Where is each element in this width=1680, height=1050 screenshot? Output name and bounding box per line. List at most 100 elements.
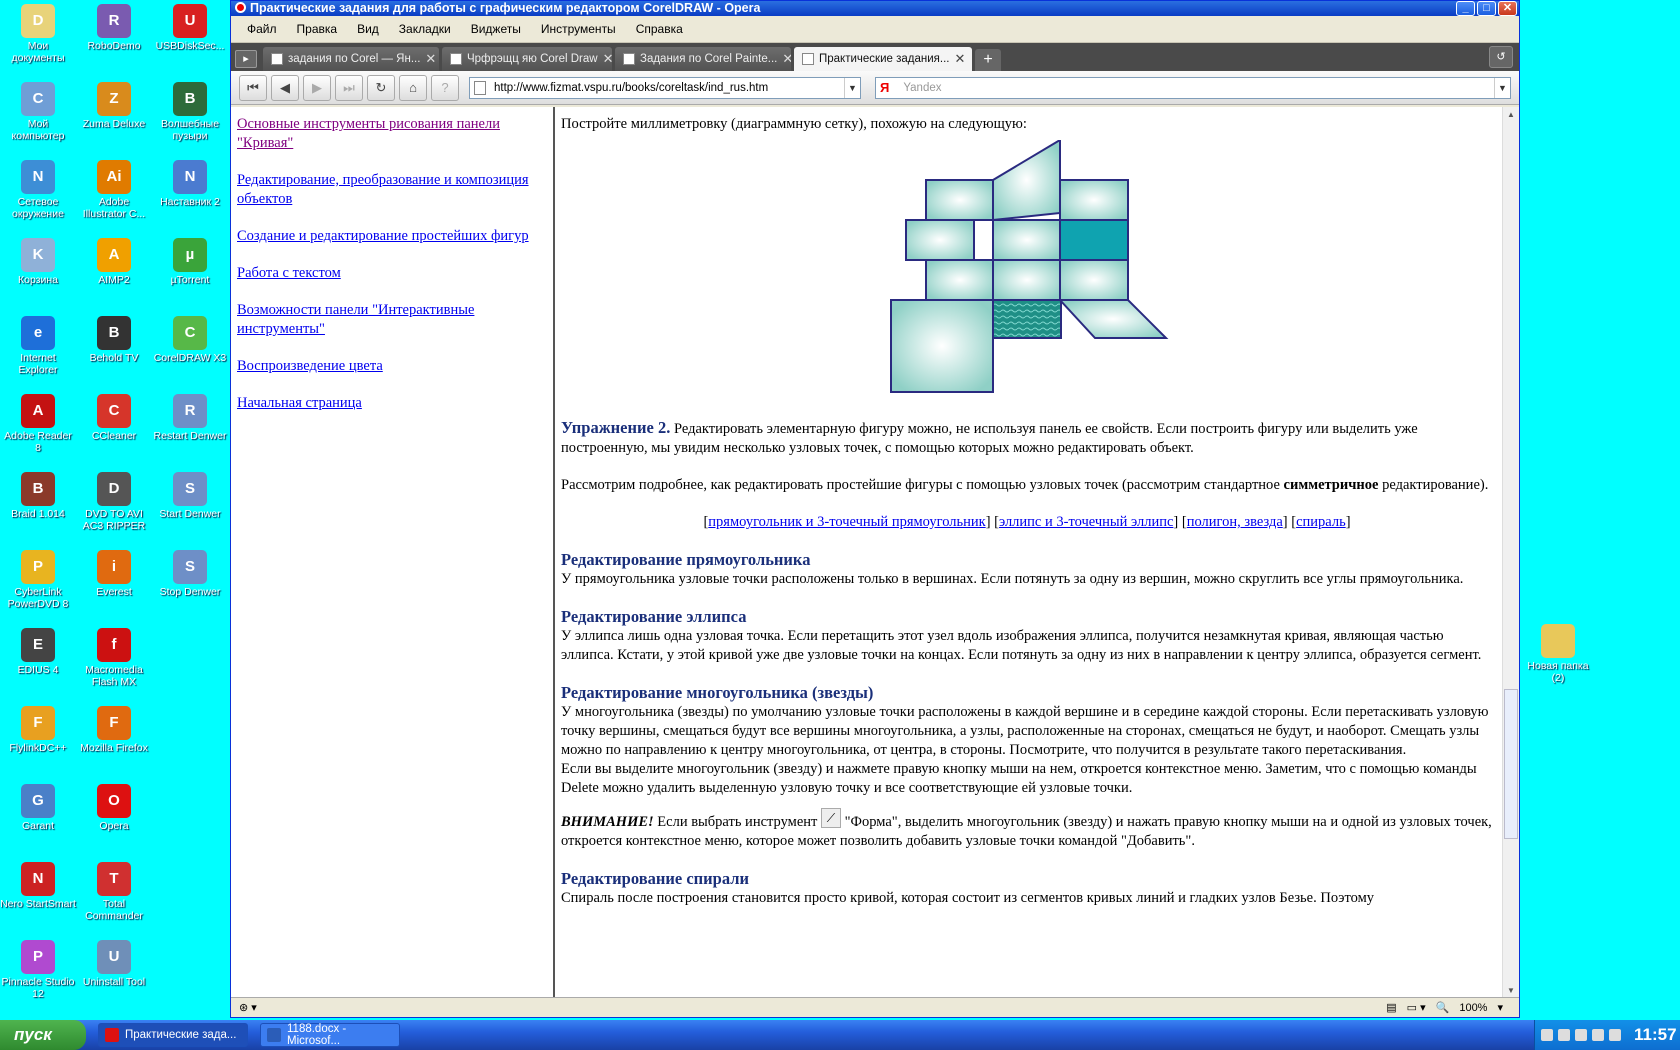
- vertical-scrollbar[interactable]: ▲ ▼: [1502, 107, 1519, 999]
- browser-tab[interactable]: Чрфрэщц яю Corel Draw ✕: [442, 47, 612, 71]
- tray-language-icon[interactable]: [1592, 1029, 1604, 1041]
- tray-volume-icon[interactable]: [1609, 1029, 1621, 1041]
- back-icon[interactable]: ◀: [271, 74, 299, 101]
- info-icon[interactable]: ?: [431, 74, 459, 101]
- nav-link[interactable]: Начальная страница: [237, 394, 547, 413]
- tray-expand-icon[interactable]: [1541, 1029, 1553, 1041]
- view-icon[interactable]: ▤: [1386, 1001, 1396, 1014]
- reload-icon[interactable]: ↻: [367, 74, 395, 101]
- desktop-icon[interactable]: G Garant: [0, 784, 76, 832]
- nav-link[interactable]: Воспроизведение цвета: [237, 357, 547, 376]
- nav-link[interactable]: Возможности панели "Интерактивные инстру…: [237, 301, 547, 339]
- desktop-icon[interactable]: N Наставник 2: [152, 160, 228, 208]
- closed-tabs-icon[interactable]: ↺: [1489, 46, 1513, 68]
- tray-antivirus-icon[interactable]: [1575, 1029, 1587, 1041]
- browser-tab[interactable]: Задания по Corel Painte... ✕: [615, 47, 791, 71]
- desktop-icon[interactable]: S Stop Denwer: [152, 550, 228, 598]
- desktop-icon[interactable]: C CorelDRAW X3: [152, 316, 228, 364]
- nav-link[interactable]: Работа с текстом: [237, 264, 547, 283]
- desktop-icon-new-folder[interactable]: Новая папка (2): [1520, 624, 1596, 684]
- desktop-icon[interactable]: f Macromedia Flash MX: [76, 628, 152, 688]
- desktop-icon[interactable]: K Корзина: [0, 238, 76, 286]
- desktop-icon[interactable]: U USBDiskSec...: [152, 4, 228, 52]
- desktop-icon[interactable]: D DVD TO AVI AC3 RIPPER: [76, 472, 152, 532]
- close-window-button[interactable]: ✕: [1498, 1, 1517, 16]
- menu-item[interactable]: Виджеты: [461, 22, 531, 36]
- zoom-level[interactable]: 100%: [1459, 1002, 1487, 1014]
- link-polygon[interactable]: полигон, звезда: [1187, 514, 1283, 530]
- desktop-icon-label: Braid 1.014: [11, 508, 65, 520]
- layout-icon[interactable]: ▭ ▾: [1407, 1001, 1426, 1014]
- menu-item[interactable]: Закладки: [389, 22, 461, 36]
- desktop-icon[interactable]: µ µTorrent: [152, 238, 228, 286]
- menu-item[interactable]: Вид: [347, 22, 389, 36]
- desktop-icon[interactable]: T Total Commander: [76, 862, 152, 922]
- menu-item[interactable]: Инструменты: [531, 22, 626, 36]
- zoom-dropdown-icon[interactable]: ▾: [1497, 1001, 1503, 1014]
- chevron-down-icon[interactable]: ▼: [1494, 77, 1510, 98]
- panel-toggle-button[interactable]: ▸: [235, 50, 257, 68]
- desktop-icon[interactable]: B Braid 1.014: [0, 472, 76, 520]
- nav-link[interactable]: Редактирование, преобразование и компози…: [237, 171, 547, 209]
- desktop-icon[interactable]: R Restart Denwer: [152, 394, 228, 442]
- task-icon: [267, 1028, 281, 1042]
- desktop-icon[interactable]: A Adobe Reader 8: [0, 394, 76, 454]
- forward-icon[interactable]: ▶: [303, 74, 331, 101]
- garant-icon: G: [21, 784, 55, 818]
- menu-item[interactable]: Файл: [237, 22, 287, 36]
- nav-link[interactable]: Основные инструменты рисования панели "К…: [237, 115, 547, 153]
- link-ellipse[interactable]: эллипс и 3-точечный эллипс: [999, 514, 1173, 530]
- desktop-icon[interactable]: C Мой компьютер: [0, 82, 76, 142]
- home-icon[interactable]: ⌂: [399, 74, 427, 101]
- fast-forward-icon[interactable]: ⏭: [335, 74, 363, 101]
- chevron-down-icon[interactable]: ▼: [844, 77, 860, 98]
- tray-network-icon[interactable]: [1558, 1029, 1570, 1041]
- search-input[interactable]: Я Yandex ▼: [875, 76, 1511, 99]
- link-rectangle[interactable]: прямоугольник и 3-точечный прямоугольник: [708, 514, 985, 530]
- clock[interactable]: 11:57: [1634, 1025, 1677, 1045]
- desktop-icon[interactable]: N Nero StartSmart: [0, 862, 76, 910]
- minimize-button[interactable]: _: [1456, 1, 1475, 16]
- desktop-icon[interactable]: U Uninstall Tool: [76, 940, 152, 988]
- title-bar[interactable]: Практические задания для работы с графич…: [231, 1, 1519, 16]
- address-field[interactable]: http://www.fizmat.vspu.ru/books/coreltas…: [469, 76, 861, 99]
- desktop-icon[interactable]: F Mozilla Firefox: [76, 706, 152, 754]
- desktop-icon[interactable]: Z Zuma Deluxe: [76, 82, 152, 130]
- desktop-icon[interactable]: P Pinnacle Studio 12: [0, 940, 76, 1000]
- maximize-button[interactable]: □: [1477, 1, 1496, 16]
- scrollbar-thumb[interactable]: [1504, 689, 1518, 839]
- desktop-icon[interactable]: F FlylinkDC++: [0, 706, 76, 754]
- nav-link[interactable]: Создание и редактирование простейших фиг…: [237, 227, 547, 246]
- speed-dial-icon[interactable]: ⊛ ▾: [239, 1001, 257, 1014]
- desktop-icon[interactable]: B Behold TV: [76, 316, 152, 364]
- menu-item[interactable]: Правка: [287, 22, 348, 36]
- taskbar-button[interactable]: 1188.docx - Microsof...: [260, 1023, 400, 1047]
- desktop-icon[interactable]: e Internet Explorer: [0, 316, 76, 376]
- taskbar-button[interactable]: Практические зада...: [98, 1023, 248, 1047]
- close-tab-icon[interactable]: ✕: [782, 47, 791, 71]
- desktop-icon[interactable]: S Start Denwer: [152, 472, 228, 520]
- desktop-icon[interactable]: B Волшебные пузыри: [152, 82, 228, 142]
- close-tab-icon[interactable]: ✕: [954, 47, 965, 71]
- desktop-icon[interactable]: C CCleaner: [76, 394, 152, 442]
- desktop-icon[interactable]: R RoboDemo: [76, 4, 152, 52]
- new-tab-button[interactable]: +: [975, 49, 1001, 71]
- zoom-icon[interactable]: 🔍: [1436, 1001, 1450, 1014]
- menu-item[interactable]: Справка: [626, 22, 693, 36]
- close-tab-icon[interactable]: ✕: [603, 47, 612, 71]
- scroll-up-icon[interactable]: ▲: [1503, 107, 1519, 123]
- start-button[interactable]: пуск: [0, 1020, 86, 1050]
- close-tab-icon[interactable]: ✕: [425, 47, 436, 71]
- desktop-icon[interactable]: E EDIUS 4: [0, 628, 76, 676]
- desktop-icon[interactable]: i Everest: [76, 550, 152, 598]
- desktop-icon[interactable]: A AIMP2: [76, 238, 152, 286]
- desktop-icon[interactable]: N Сетевое окружение: [0, 160, 76, 220]
- link-spiral[interactable]: спираль: [1296, 514, 1346, 530]
- rewind-icon[interactable]: ⏮: [239, 74, 267, 101]
- desktop-icon[interactable]: O Opera: [76, 784, 152, 832]
- browser-tab[interactable]: Практические задания... ✕: [794, 47, 972, 71]
- desktop-icon[interactable]: Ai Adobe Illustrator C...: [76, 160, 152, 220]
- browser-tab[interactable]: задания по Corel — Ян... ✕: [263, 47, 439, 71]
- desktop-icon[interactable]: D Мои документы: [0, 4, 76, 64]
- desktop-icon[interactable]: P CyberLink PowerDVD 8: [0, 550, 76, 610]
